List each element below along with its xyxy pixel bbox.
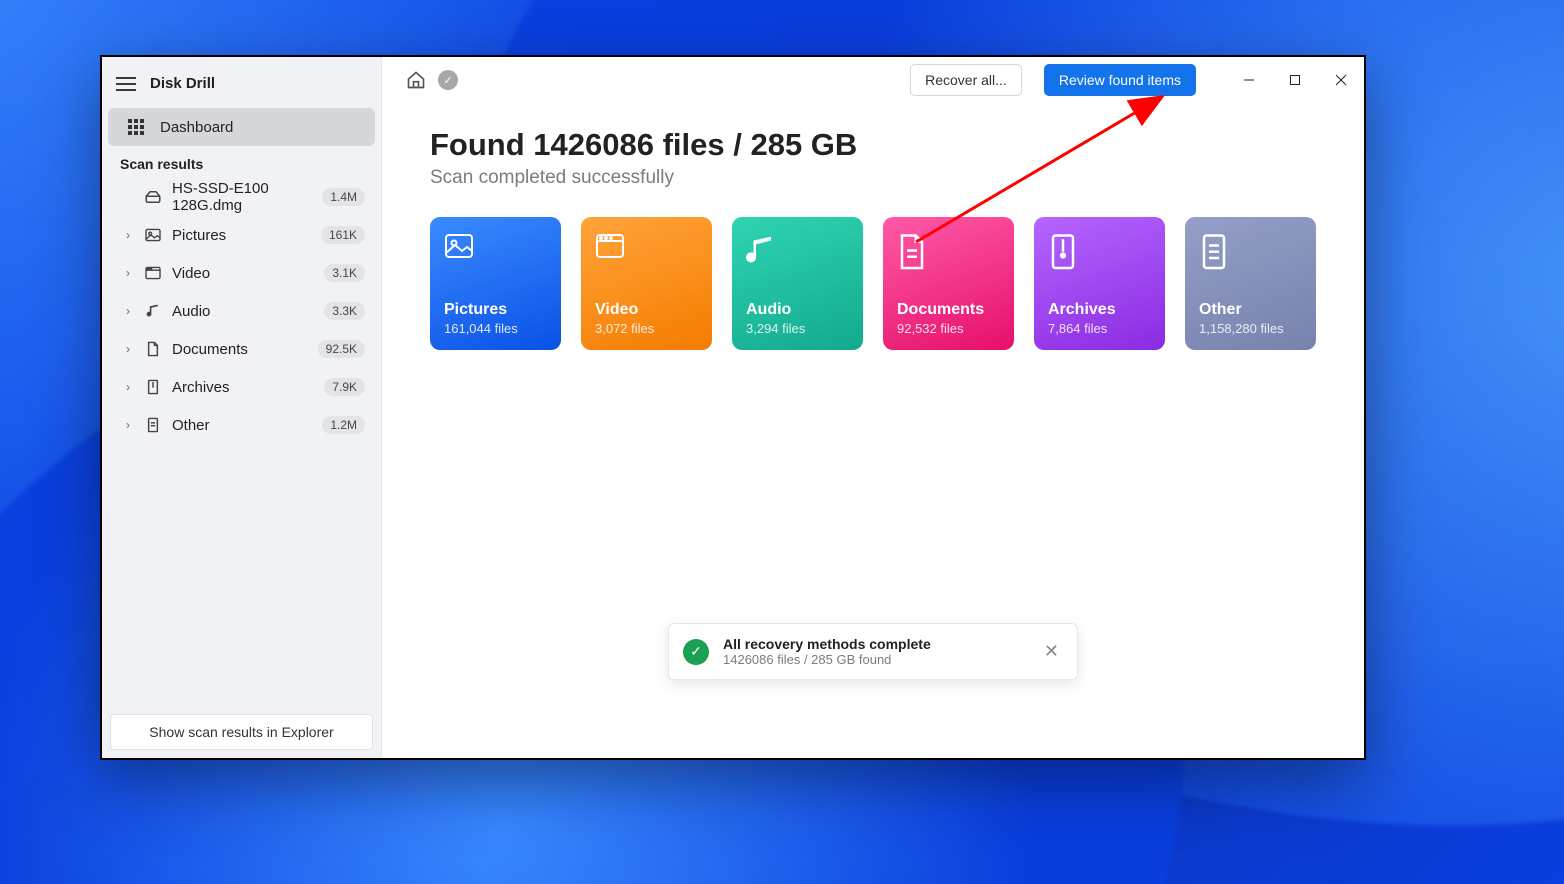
tree-item-count: 7.9K bbox=[324, 378, 365, 396]
window-minimize-button[interactable] bbox=[1226, 57, 1272, 103]
window-maximize-button[interactable] bbox=[1272, 57, 1318, 103]
archive-icon bbox=[1048, 233, 1078, 261]
music-icon bbox=[144, 303, 162, 319]
tile-name: Video bbox=[595, 301, 698, 319]
sidebar: Disk Drill Dashboard Scan results HS-SSD… bbox=[102, 57, 382, 758]
file-icon bbox=[144, 417, 162, 433]
completion-toast: ✓ All recovery methods complete 1426086 … bbox=[668, 623, 1078, 680]
toast-close-button[interactable]: ✕ bbox=[1040, 637, 1063, 666]
tile-count: 1,158,280 files bbox=[1199, 321, 1302, 336]
tree-item-label: Video bbox=[172, 265, 314, 282]
sidebar-section-label: Scan results bbox=[102, 146, 381, 178]
tile-documents[interactable]: Documents 92,532 files bbox=[883, 217, 1014, 350]
tree-audio[interactable]: › Audio 3.3K bbox=[108, 292, 375, 330]
tile-video[interactable]: Video 3,072 files bbox=[581, 217, 712, 350]
tile-name: Audio bbox=[746, 301, 849, 319]
tile-count: 7,864 files bbox=[1048, 321, 1151, 336]
tree-documents[interactable]: › Documents 92.5K bbox=[108, 330, 375, 368]
chevron-right-icon: › bbox=[126, 304, 134, 318]
music-icon bbox=[746, 233, 776, 261]
hamburger-icon[interactable] bbox=[116, 77, 136, 91]
toast-detail: 1426086 files / 285 GB found bbox=[723, 652, 931, 667]
toast-title: All recovery methods complete bbox=[723, 636, 931, 652]
tree-item-label: Audio bbox=[172, 303, 314, 320]
tree-item-label: Other bbox=[172, 417, 312, 434]
tile-audio[interactable]: Audio 3,294 files bbox=[732, 217, 863, 350]
tree-archives[interactable]: › Archives 7.9K bbox=[108, 368, 375, 406]
document-icon bbox=[897, 233, 927, 261]
archive-icon bbox=[144, 379, 162, 395]
image-icon bbox=[444, 233, 474, 261]
summary-subline: Scan completed successfully bbox=[430, 167, 1316, 189]
recover-all-button[interactable]: Recover all... bbox=[910, 64, 1022, 96]
tile-name: Documents bbox=[897, 301, 1000, 319]
tile-count: 3,294 files bbox=[746, 321, 849, 336]
summary-headline: Found 1426086 files / 285 GB bbox=[430, 127, 1316, 163]
tree-item-count: 92.5K bbox=[318, 340, 365, 358]
category-tiles: Pictures 161,044 files Video 3,072 files bbox=[430, 217, 1316, 350]
tile-name: Other bbox=[1199, 301, 1302, 319]
tile-count: 92,532 files bbox=[897, 321, 1000, 336]
chevron-right-icon: › bbox=[126, 380, 134, 394]
tile-count: 3,072 files bbox=[595, 321, 698, 336]
tile-archives[interactable]: Archives 7,864 files bbox=[1034, 217, 1165, 350]
tree-disk[interactable]: HS-SSD-E100 128G.dmg 1.4M bbox=[108, 178, 375, 216]
disk-icon bbox=[144, 190, 162, 204]
file-icon bbox=[1199, 233, 1229, 261]
tile-name: Pictures bbox=[444, 301, 547, 319]
tree-item-label: Documents bbox=[172, 341, 308, 358]
tree-item-label: Pictures bbox=[172, 227, 311, 244]
video-icon bbox=[144, 266, 162, 280]
tree-other[interactable]: › Other 1.2M bbox=[108, 406, 375, 444]
review-button[interactable]: Review found items bbox=[1044, 64, 1196, 96]
home-icon[interactable] bbox=[406, 70, 426, 90]
tree-item-count: 3.1K bbox=[324, 264, 365, 282]
chevron-right-icon: › bbox=[126, 266, 134, 280]
tree-item-count: 161K bbox=[321, 226, 365, 244]
tile-name: Archives bbox=[1048, 301, 1151, 319]
tile-pictures[interactable]: Pictures 161,044 files bbox=[430, 217, 561, 350]
tree-item-label: Archives bbox=[172, 379, 314, 396]
video-icon bbox=[595, 233, 625, 261]
nav-dashboard-label: Dashboard bbox=[160, 119, 233, 136]
document-icon bbox=[144, 341, 162, 357]
tree-item-count: 3.3K bbox=[324, 302, 365, 320]
topbar: ✓ Recover all... Review found items bbox=[382, 57, 1364, 103]
tree-disk-label: HS-SSD-E100 128G.dmg bbox=[172, 180, 312, 214]
grid-icon bbox=[128, 119, 144, 135]
tree-video[interactable]: › Video 3.1K bbox=[108, 254, 375, 292]
app-title: Disk Drill bbox=[150, 75, 215, 92]
window-close-button[interactable] bbox=[1318, 57, 1364, 103]
chevron-right-icon: › bbox=[126, 228, 134, 242]
main-area: ✓ Recover all... Review found items Foun… bbox=[382, 57, 1364, 758]
show-in-explorer-button[interactable]: Show scan results in Explorer bbox=[110, 714, 373, 750]
tile-other[interactable]: Other 1,158,280 files bbox=[1185, 217, 1316, 350]
checkmark-icon: ✓ bbox=[683, 639, 709, 665]
image-icon bbox=[144, 228, 162, 242]
tile-count: 161,044 files bbox=[444, 321, 547, 336]
tree-disk-count: 1.4M bbox=[322, 188, 365, 206]
checkmark-chip-icon[interactable]: ✓ bbox=[438, 70, 458, 90]
app-window: Disk Drill Dashboard Scan results HS-SSD… bbox=[100, 55, 1366, 760]
chevron-right-icon: › bbox=[126, 342, 134, 356]
tree-item-count: 1.2M bbox=[322, 416, 365, 434]
chevron-right-icon: › bbox=[126, 418, 134, 432]
results-tree: HS-SSD-E100 128G.dmg 1.4M › Pictures 161… bbox=[102, 178, 381, 444]
tree-pictures[interactable]: › Pictures 161K bbox=[108, 216, 375, 254]
nav-dashboard[interactable]: Dashboard bbox=[108, 108, 375, 146]
